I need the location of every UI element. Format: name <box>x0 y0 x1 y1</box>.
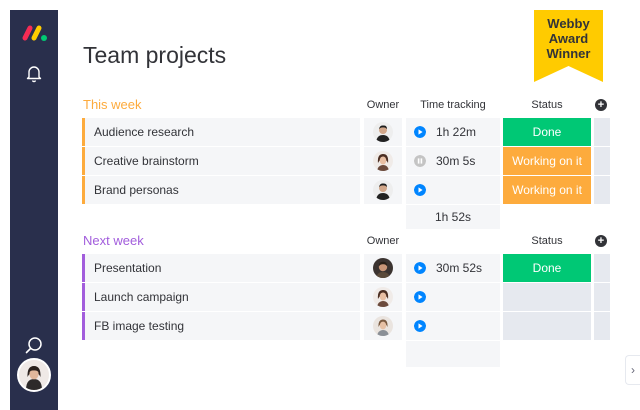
item-name-cell[interactable]: FB image testing <box>82 312 360 340</box>
app-window: Team projects Webby Award Winner This we… <box>0 0 640 410</box>
add-column-button[interactable]: + <box>595 235 607 247</box>
item-name-cell[interactable]: Brand personas <box>82 176 360 204</box>
play-icon[interactable] <box>414 126 426 138</box>
time-tracking-cell[interactable]: 30m 52s <box>406 254 500 282</box>
item-name-cell[interactable]: Presentation <box>82 254 360 282</box>
scroll-right-button[interactable]: › <box>625 355 640 385</box>
owner-avatar <box>373 151 393 171</box>
column-header-status[interactable]: Status <box>503 99 591 111</box>
item-name: FB image testing <box>94 319 185 333</box>
user-avatar[interactable] <box>17 358 51 392</box>
owner-avatar <box>373 287 393 307</box>
monday-logo-icon[interactable] <box>22 24 48 42</box>
owner-avatar <box>373 122 393 142</box>
play-icon[interactable] <box>414 184 426 196</box>
status-cell[interactable]: Done <box>503 118 591 146</box>
time-value: 30m 52s <box>436 261 483 275</box>
owner-cell[interactable] <box>364 118 402 146</box>
owner-cell[interactable] <box>364 283 402 311</box>
owner-cell[interactable] <box>364 254 402 282</box>
extra-column-cell[interactable] <box>594 176 610 204</box>
extra-column-cell[interactable] <box>594 254 610 282</box>
item-name-cell[interactable]: Audience research <box>82 118 360 146</box>
item-name: Brand personas <box>94 183 179 197</box>
time-value: 1h 22m <box>436 125 477 139</box>
group-title-next-week[interactable]: Next week <box>83 233 144 248</box>
table-row: Launch campaign <box>82 283 610 311</box>
add-column-button[interactable]: + <box>595 99 607 111</box>
table-row: Creative brainstorm 30m 5s Working on it <box>82 147 610 175</box>
status-cell[interactable] <box>503 312 591 340</box>
table-row: FB image testing <box>82 312 610 340</box>
owner-cell[interactable] <box>364 176 402 204</box>
item-name: Presentation <box>94 261 162 275</box>
time-tracking-cell[interactable] <box>406 176 500 204</box>
time-value: 30m 5s <box>436 154 476 168</box>
owner-cell[interactable] <box>364 312 402 340</box>
time-tracking-cell[interactable]: 30m 5s <box>406 147 500 175</box>
column-header-owner[interactable]: Owner <box>364 235 402 247</box>
webby-award-badge: Webby Award Winner <box>534 10 603 82</box>
item-name: Creative brainstorm <box>94 154 199 168</box>
owner-avatar <box>373 316 393 336</box>
pause-icon[interactable] <box>414 155 426 167</box>
extra-column-cell[interactable] <box>594 283 610 311</box>
extra-column-cell[interactable] <box>594 147 610 175</box>
play-icon[interactable] <box>414 291 426 303</box>
bell-icon[interactable] <box>24 63 44 83</box>
item-name: Launch campaign <box>94 290 189 304</box>
status-cell[interactable]: Done <box>503 254 591 282</box>
table-row: Presentation 30m 52s Done <box>82 254 610 282</box>
play-icon[interactable] <box>414 262 426 274</box>
group-title-this-week[interactable]: This week <box>83 97 142 112</box>
table-row: Audience research 1h 22m Done <box>82 118 610 146</box>
badge-line-3: Winner <box>546 46 591 61</box>
owner-avatar <box>373 258 393 278</box>
owner-cell[interactable] <box>364 147 402 175</box>
status-cell[interactable]: Working on it <box>503 176 591 204</box>
extra-column-cell[interactable] <box>594 312 610 340</box>
time-tracking-summary: 1h 52s <box>406 205 500 229</box>
badge-line-1: Webby <box>547 16 590 31</box>
left-sidebar <box>10 10 58 410</box>
status-cell[interactable] <box>503 283 591 311</box>
owner-avatar <box>373 180 393 200</box>
item-name-cell[interactable]: Creative brainstorm <box>82 147 360 175</box>
item-name-cell[interactable]: Launch campaign <box>82 283 360 311</box>
extra-column-cell[interactable] <box>594 118 610 146</box>
play-icon[interactable] <box>414 320 426 332</box>
table-row: Brand personas Working on it <box>82 176 610 204</box>
time-tracking-cell[interactable]: 1h 22m <box>406 118 500 146</box>
time-tracking-cell[interactable] <box>406 312 500 340</box>
search-icon[interactable] <box>24 336 44 356</box>
status-cell[interactable]: Working on it <box>503 147 591 175</box>
column-header-status[interactable]: Status <box>503 235 591 247</box>
page-title: Team projects <box>83 42 227 68</box>
badge-line-2: Award <box>548 31 589 46</box>
column-header-time-tracking[interactable]: Time tracking <box>406 99 500 111</box>
time-tracking-summary <box>406 341 500 367</box>
column-header-owner[interactable]: Owner <box>364 99 402 111</box>
item-name: Audience research <box>94 125 195 139</box>
time-tracking-cell[interactable] <box>406 283 500 311</box>
